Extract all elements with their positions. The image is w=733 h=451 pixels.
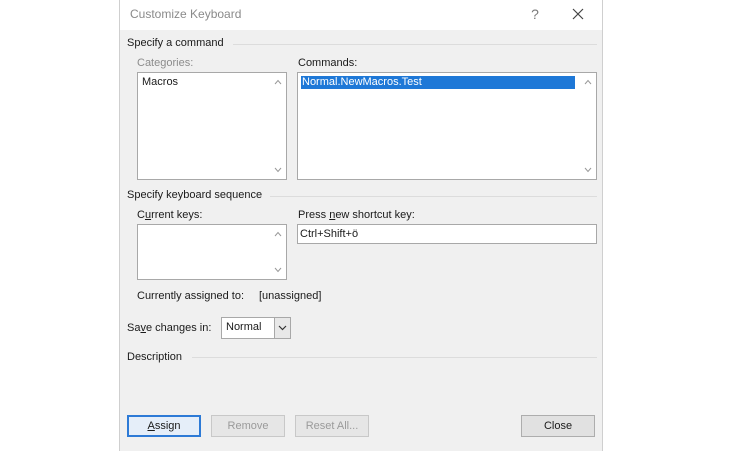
scroll-up-icon[interactable]: [583, 77, 593, 87]
keyboard-sequence-heading: Specify keyboard sequence: [127, 189, 263, 201]
save-changes-value: Normal: [226, 321, 262, 333]
section-divider: [233, 44, 597, 45]
new-shortcut-input[interactable]: Ctrl+Shift+ö: [297, 224, 597, 244]
categories-label: Categories:: [137, 57, 194, 69]
list-item-selected[interactable]: Normal.NewMacros.Test: [301, 76, 575, 89]
section-divider: [192, 357, 597, 358]
close-icon: [572, 8, 584, 20]
assigned-to-value: [unassigned]: [259, 290, 322, 302]
help-icon: ?: [531, 6, 539, 22]
save-changes-select[interactable]: Normal: [221, 317, 291, 339]
chevron-down-icon[interactable]: [274, 318, 290, 338]
current-keys-label: Current keys:: [137, 209, 203, 221]
categories-listbox[interactable]: Macros: [137, 72, 287, 180]
commands-label: Commands:: [298, 57, 358, 69]
assign-button-label: Assign: [147, 420, 181, 432]
specify-command-heading: Specify a command: [127, 37, 224, 49]
scroll-down-icon[interactable]: [583, 165, 593, 175]
save-changes-label: Save changes in:: [127, 322, 212, 334]
new-shortcut-label: Press new shortcut key:: [298, 209, 415, 221]
scroll-up-icon[interactable]: [273, 229, 283, 239]
scroll-up-icon[interactable]: [273, 77, 283, 87]
section-divider: [270, 196, 597, 197]
title-bar: Customize Keyboard ?: [120, 0, 602, 30]
close-button[interactable]: Close: [521, 415, 595, 437]
scroll-down-icon[interactable]: [273, 265, 283, 275]
reset-all-button[interactable]: Reset All...: [295, 415, 369, 437]
assign-button[interactable]: Assign: [127, 415, 201, 437]
commands-listbox[interactable]: Normal.NewMacros.Test: [297, 72, 597, 180]
remove-button[interactable]: Remove: [211, 415, 285, 437]
dialog-title: Customize Keyboard: [130, 7, 242, 21]
description-heading: Description: [127, 351, 183, 363]
help-button[interactable]: ?: [520, 3, 550, 25]
close-window-button[interactable]: [563, 3, 593, 25]
assigned-to-label: Currently assigned to:: [137, 290, 244, 302]
current-keys-listbox[interactable]: [137, 224, 287, 280]
customize-keyboard-dialog: Customize Keyboard ? Specify a command C…: [119, 0, 603, 451]
scroll-down-icon[interactable]: [273, 165, 283, 175]
list-item[interactable]: Macros: [141, 76, 178, 89]
